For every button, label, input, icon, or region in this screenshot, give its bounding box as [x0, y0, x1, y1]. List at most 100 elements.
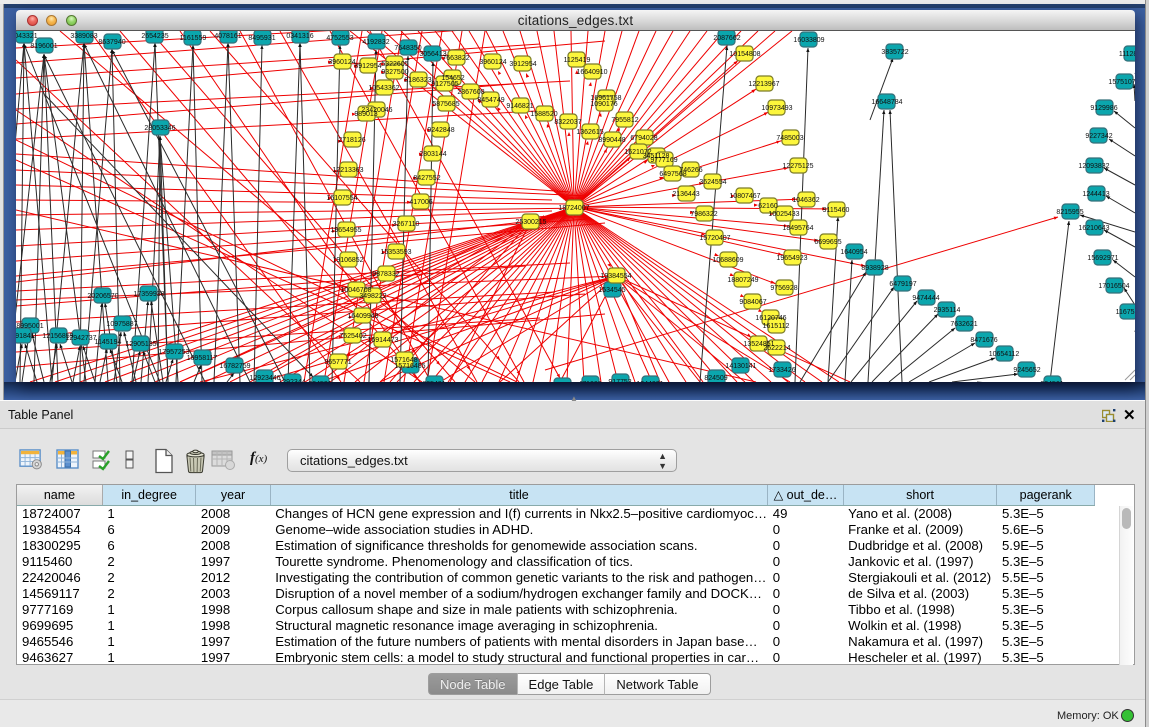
- svg-text:2087662: 2087662: [713, 35, 740, 42]
- svg-text:8938928: 8938928: [861, 265, 888, 272]
- svg-text:2136443: 2136443: [672, 191, 699, 198]
- svg-text:1244091: 1244091: [636, 381, 663, 382]
- svg-text:10975887: 10975887: [106, 321, 137, 328]
- svg-text:1292344: 1292344: [278, 379, 305, 382]
- svg-text:14130141: 14130141: [725, 363, 756, 370]
- svg-text:9115460: 9115460: [823, 207, 850, 214]
- svg-text:1112843: 1112843: [1119, 51, 1135, 58]
- svg-text:8186323: 8186323: [404, 77, 431, 84]
- svg-text:12923446: 12923446: [249, 375, 280, 382]
- svg-text:10654112: 10654112: [989, 351, 1020, 358]
- svg-text:28053346: 28053346: [144, 125, 175, 132]
- svg-text:9084067: 9084067: [739, 299, 766, 306]
- svg-text:6699695: 6699695: [814, 239, 841, 246]
- svg-text:3912954: 3912954: [509, 61, 536, 68]
- svg-text:19106852: 19106852: [332, 257, 363, 264]
- svg-text:1161559: 1161559: [180, 35, 207, 42]
- svg-text:15692971: 15692971: [1087, 255, 1118, 262]
- svg-text:16033809: 16033809: [793, 37, 824, 44]
- svg-text:9756928: 9756928: [770, 285, 797, 292]
- svg-text:824509: 824509: [704, 375, 727, 382]
- svg-text:8322037: 8322037: [554, 119, 581, 126]
- svg-text:8427552: 8427552: [413, 175, 440, 182]
- svg-text:9245652: 9245652: [1013, 367, 1040, 374]
- svg-text:17016504: 17016504: [1098, 283, 1129, 290]
- svg-text:7648350: 7648350: [394, 45, 421, 52]
- svg-text:9657771: 9657771: [324, 359, 351, 366]
- svg-text:16640910: 16640910: [576, 69, 607, 76]
- svg-text:9327500: 9327500: [381, 69, 408, 76]
- svg-text:8995001: 8995001: [16, 323, 43, 330]
- svg-text:20206570: 20206570: [87, 293, 118, 300]
- svg-text:10688609: 10688609: [712, 257, 743, 264]
- svg-text:7663822: 7663822: [442, 55, 469, 62]
- svg-text:8196001: 8196001: [30, 43, 57, 50]
- svg-text:16120746: 16120746: [755, 315, 786, 322]
- svg-text:7632621: 7632621: [950, 321, 977, 328]
- svg-text:2803144: 2803144: [419, 151, 446, 158]
- svg-text:1090176: 1090176: [590, 101, 617, 108]
- svg-text:8990448: 8990448: [598, 137, 625, 144]
- svg-text:3960124: 3960124: [328, 59, 355, 66]
- svg-text:2522214: 2522214: [763, 345, 790, 352]
- svg-text:16107554: 16107554: [326, 195, 357, 202]
- svg-text:5322605: 5322605: [381, 61, 408, 68]
- svg-text:1588520: 1588520: [530, 111, 557, 118]
- svg-text:1043321: 1043321: [16, 33, 38, 40]
- svg-text:3389083: 3389083: [70, 33, 97, 40]
- svg-text:9878332: 9878332: [372, 271, 399, 278]
- svg-text:1534545: 1534545: [598, 287, 625, 294]
- svg-text:924561: 924561: [1040, 381, 1063, 382]
- svg-text:17957253: 17957253: [158, 349, 189, 356]
- svg-text:12093832: 12093832: [1078, 163, 1109, 170]
- svg-text:12942737: 12942737: [65, 335, 96, 342]
- svg-text:391841: 391841: [16, 333, 35, 340]
- svg-text:6497568: 6497568: [659, 171, 686, 178]
- svg-text:16210643: 16210643: [1078, 225, 1109, 232]
- svg-text:19654923: 19654923: [776, 255, 807, 262]
- svg-text:2367608: 2367608: [457, 89, 484, 96]
- svg-text:8471676: 8471676: [970, 337, 997, 344]
- svg-text:9777169: 9777169: [650, 157, 677, 164]
- svg-text:18724007: 18724007: [558, 205, 589, 212]
- svg-text:0341316: 0341316: [286, 33, 313, 40]
- svg-text:6794028: 6794028: [630, 135, 657, 142]
- svg-text:8637940: 8637940: [98, 39, 125, 46]
- svg-text:19654955: 19654955: [330, 227, 361, 234]
- svg-text:3960124: 3960124: [479, 59, 506, 66]
- svg-text:10154808: 10154808: [729, 51, 760, 58]
- svg-text:1145194: 1145194: [95, 339, 122, 346]
- svg-text:471002: 471002: [578, 381, 601, 382]
- svg-text:835491: 835491: [422, 381, 445, 382]
- svg-text:5875685: 5875685: [432, 101, 459, 108]
- svg-text:10807467: 10807467: [729, 193, 760, 200]
- svg-text:3267110: 3267110: [393, 221, 420, 228]
- svg-text:9242848: 9242848: [427, 127, 454, 134]
- svg-text:15751074: 15751074: [1108, 79, 1135, 86]
- svg-text:904521: 904521: [308, 381, 331, 382]
- svg-text:989013: 989013: [354, 111, 377, 118]
- svg-text:10958117: 10958117: [187, 355, 218, 362]
- svg-text:19384554: 19384554: [600, 273, 631, 280]
- svg-text:2718126: 2718126: [338, 137, 365, 144]
- svg-text:1640954: 1640954: [840, 249, 867, 256]
- svg-text:25300215: 25300215: [515, 219, 546, 226]
- svg-text:10973493: 10973493: [761, 105, 792, 112]
- svg-text:17359938: 17359938: [133, 291, 164, 298]
- svg-text:9127505: 9127505: [431, 81, 458, 88]
- svg-text:16648784: 16648784: [871, 99, 902, 106]
- svg-text:417006: 417006: [409, 199, 432, 206]
- svg-text:10543362: 10543362: [368, 85, 399, 92]
- svg-text:7986322: 7986322: [690, 211, 717, 218]
- svg-text:6479197: 6479197: [889, 281, 916, 288]
- svg-text:12905135: 12905135: [125, 341, 156, 348]
- svg-text:15716485: 15716485: [394, 363, 425, 370]
- svg-text:10025433: 10025433: [768, 211, 799, 218]
- svg-text:18495764: 18495764: [782, 225, 813, 232]
- svg-text:7485003: 7485003: [776, 135, 803, 142]
- svg-text:4752553: 4752553: [326, 35, 353, 42]
- svg-text:12213363: 12213363: [332, 167, 363, 174]
- svg-text:62160: 62160: [758, 203, 778, 210]
- svg-text:2935114: 2935114: [934, 307, 961, 314]
- svg-text:1125419: 1125419: [564, 57, 591, 64]
